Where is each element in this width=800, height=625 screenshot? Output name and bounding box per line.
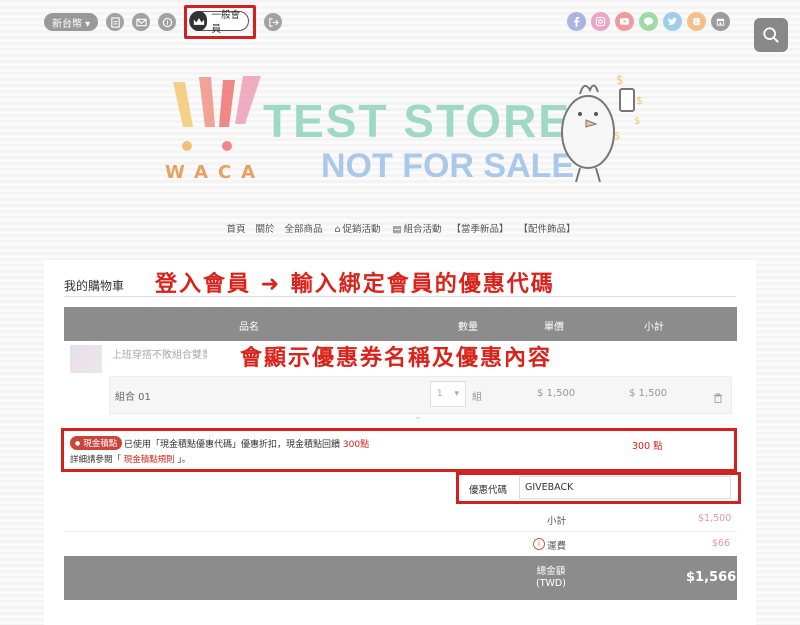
total-label-line2: (TWD) xyxy=(536,578,566,589)
nav-promotions[interactable]: ⌂ 促銷活動 xyxy=(330,221,380,235)
member-level-button[interactable]: 一般會員 xyxy=(189,10,250,35)
bundle-icon: ▤ xyxy=(392,224,402,235)
instagram-icon[interactable] xyxy=(591,12,610,31)
line-icon[interactable] xyxy=(639,12,658,31)
info-icon[interactable]: i xyxy=(533,538,545,550)
col-subtotal: 小計 xyxy=(644,322,664,333)
col-name: 品名 xyxy=(239,322,259,333)
points-value: 300 點 xyxy=(632,441,663,452)
order-icon[interactable] xyxy=(106,13,125,31)
nav-all-products[interactable]: 全部商品 xyxy=(282,221,322,235)
bundle-label: 組合 01 xyxy=(115,392,151,403)
quantity-select[interactable]: 1 ▾ xyxy=(430,381,466,407)
annotation-login-tip: 登入會員 ➜ 輸入綁定會員的優惠代碼 xyxy=(155,272,555,297)
cart-table-header: 品名 數量 單價 小計 xyxy=(64,307,737,341)
product-thumbnail[interactable] xyxy=(70,345,102,373)
shipping-label: 運費 xyxy=(547,541,567,552)
coupon-label: 優惠代碼 xyxy=(469,485,508,496)
cart-title: 我的購物車 xyxy=(64,279,125,293)
total-label: 總金額 (TWD) xyxy=(536,566,566,590)
tag-icon: ⌂ xyxy=(334,224,341,235)
currency-selector[interactable]: 新台幣 ▾ xyxy=(44,13,99,31)
mail-icon[interactable] xyxy=(132,13,151,31)
store-logo[interactable]: WACA TEST STORE NOT FOR SALE $ $ $ $ xyxy=(165,62,655,192)
promo-amount: 300點 xyxy=(342,440,370,450)
nav-accessories[interactable]: 【配件飾品】 xyxy=(517,221,576,235)
rules-link[interactable]: 現金積點規則 xyxy=(124,455,175,465)
logout-icon[interactable] xyxy=(264,13,283,31)
svg-text:$: $ xyxy=(636,94,643,107)
member-highlight-frame: 一般會員 xyxy=(184,5,257,39)
subtotal-row xyxy=(64,505,737,532)
product-name[interactable]: 上班穿搭不敗組合雙重優惠 xyxy=(112,346,207,361)
search-icon xyxy=(763,27,779,43)
crown-icon xyxy=(190,11,208,31)
logo-line2: NOT FOR SALE xyxy=(321,147,575,185)
quantity-unit: 組 xyxy=(472,392,482,403)
promo-rules-line: 詳細請參閱「 現金積點規則 」。 xyxy=(70,453,190,465)
shipping-row xyxy=(64,531,737,558)
logo-brand-text: WACA xyxy=(165,162,266,183)
col-price: 單價 xyxy=(544,322,564,333)
total-row xyxy=(64,556,737,600)
dot-icon: ● xyxy=(75,439,81,447)
shipping-value: $66 xyxy=(712,538,731,549)
delete-button[interactable] xyxy=(713,388,723,407)
rules-prefix: 詳細請參閱「 xyxy=(70,455,122,465)
cash-points-badge: ● 現金積點 xyxy=(70,436,123,450)
nav-bundles[interactable]: ▤ 組合活動 xyxy=(389,221,442,235)
nav-promotions-label: 促銷活動 xyxy=(342,224,381,235)
annotation-coupon-tip: 會顯示優惠券名稱及優惠內容 xyxy=(240,346,553,371)
youtube-icon[interactable] xyxy=(615,12,634,31)
main-nav: 首頁 關於 全部商品 ⌂ 促銷活動 ▤ 組合活動 【當季新品】 【配件飾品】 xyxy=(0,221,800,235)
total-value: $1,566 xyxy=(686,570,737,585)
top-bar: 新台幣 ▾ 一般會員 xyxy=(44,5,283,39)
rules-suffix: 」。 xyxy=(177,455,191,465)
coupon-code-input[interactable] xyxy=(519,476,731,499)
trash-icon xyxy=(713,393,723,403)
search-button[interactable] xyxy=(754,18,788,52)
unit-price: $ 1,500 xyxy=(537,388,576,399)
expand-chevron-icon[interactable]: ⌄ xyxy=(414,412,422,422)
coin-icon[interactable] xyxy=(158,13,177,31)
total-label-line1: 總金額 xyxy=(536,566,566,577)
promo-text: 已使用「現金積點優惠代碼」優惠折扣，現金積點回饋 xyxy=(124,440,341,450)
promo-description: 已使用「現金積點優惠代碼」優惠折扣，現金積點回饋 300點 xyxy=(124,437,369,450)
currency-label: 新台幣 ▾ xyxy=(52,18,91,30)
svg-text:$: $ xyxy=(614,131,620,142)
nav-about[interactable]: 關於 xyxy=(253,221,274,235)
twitter-icon[interactable] xyxy=(663,12,682,31)
col-qty: 數量 xyxy=(458,322,478,333)
social-links xyxy=(567,12,730,31)
shop-icon[interactable] xyxy=(711,12,730,31)
member-level-label: 一般會員 xyxy=(211,10,240,35)
subtotal-value: $1,500 xyxy=(698,513,732,524)
nav-new-arrivals[interactable]: 【當季新品】 xyxy=(450,221,509,235)
subtotal-label: 小計 xyxy=(547,516,567,527)
line-subtotal: $ 1,500 xyxy=(629,388,668,399)
svg-text:$: $ xyxy=(616,73,624,87)
svg-text:$: $ xyxy=(634,116,640,127)
blogger-icon[interactable] xyxy=(687,12,706,31)
chick-mascot-icon: $ $ $ $ xyxy=(561,73,643,183)
badge-label: 現金積點 xyxy=(83,439,118,449)
nav-bundles-label: 組合活動 xyxy=(403,224,442,235)
logo-line1: TEST STORE xyxy=(263,95,571,147)
chevron-down-icon: ▾ xyxy=(454,389,460,399)
quantity-value: 1 xyxy=(436,389,443,399)
nav-home[interactable]: 首頁 xyxy=(224,221,245,235)
facebook-icon[interactable] xyxy=(567,12,586,31)
